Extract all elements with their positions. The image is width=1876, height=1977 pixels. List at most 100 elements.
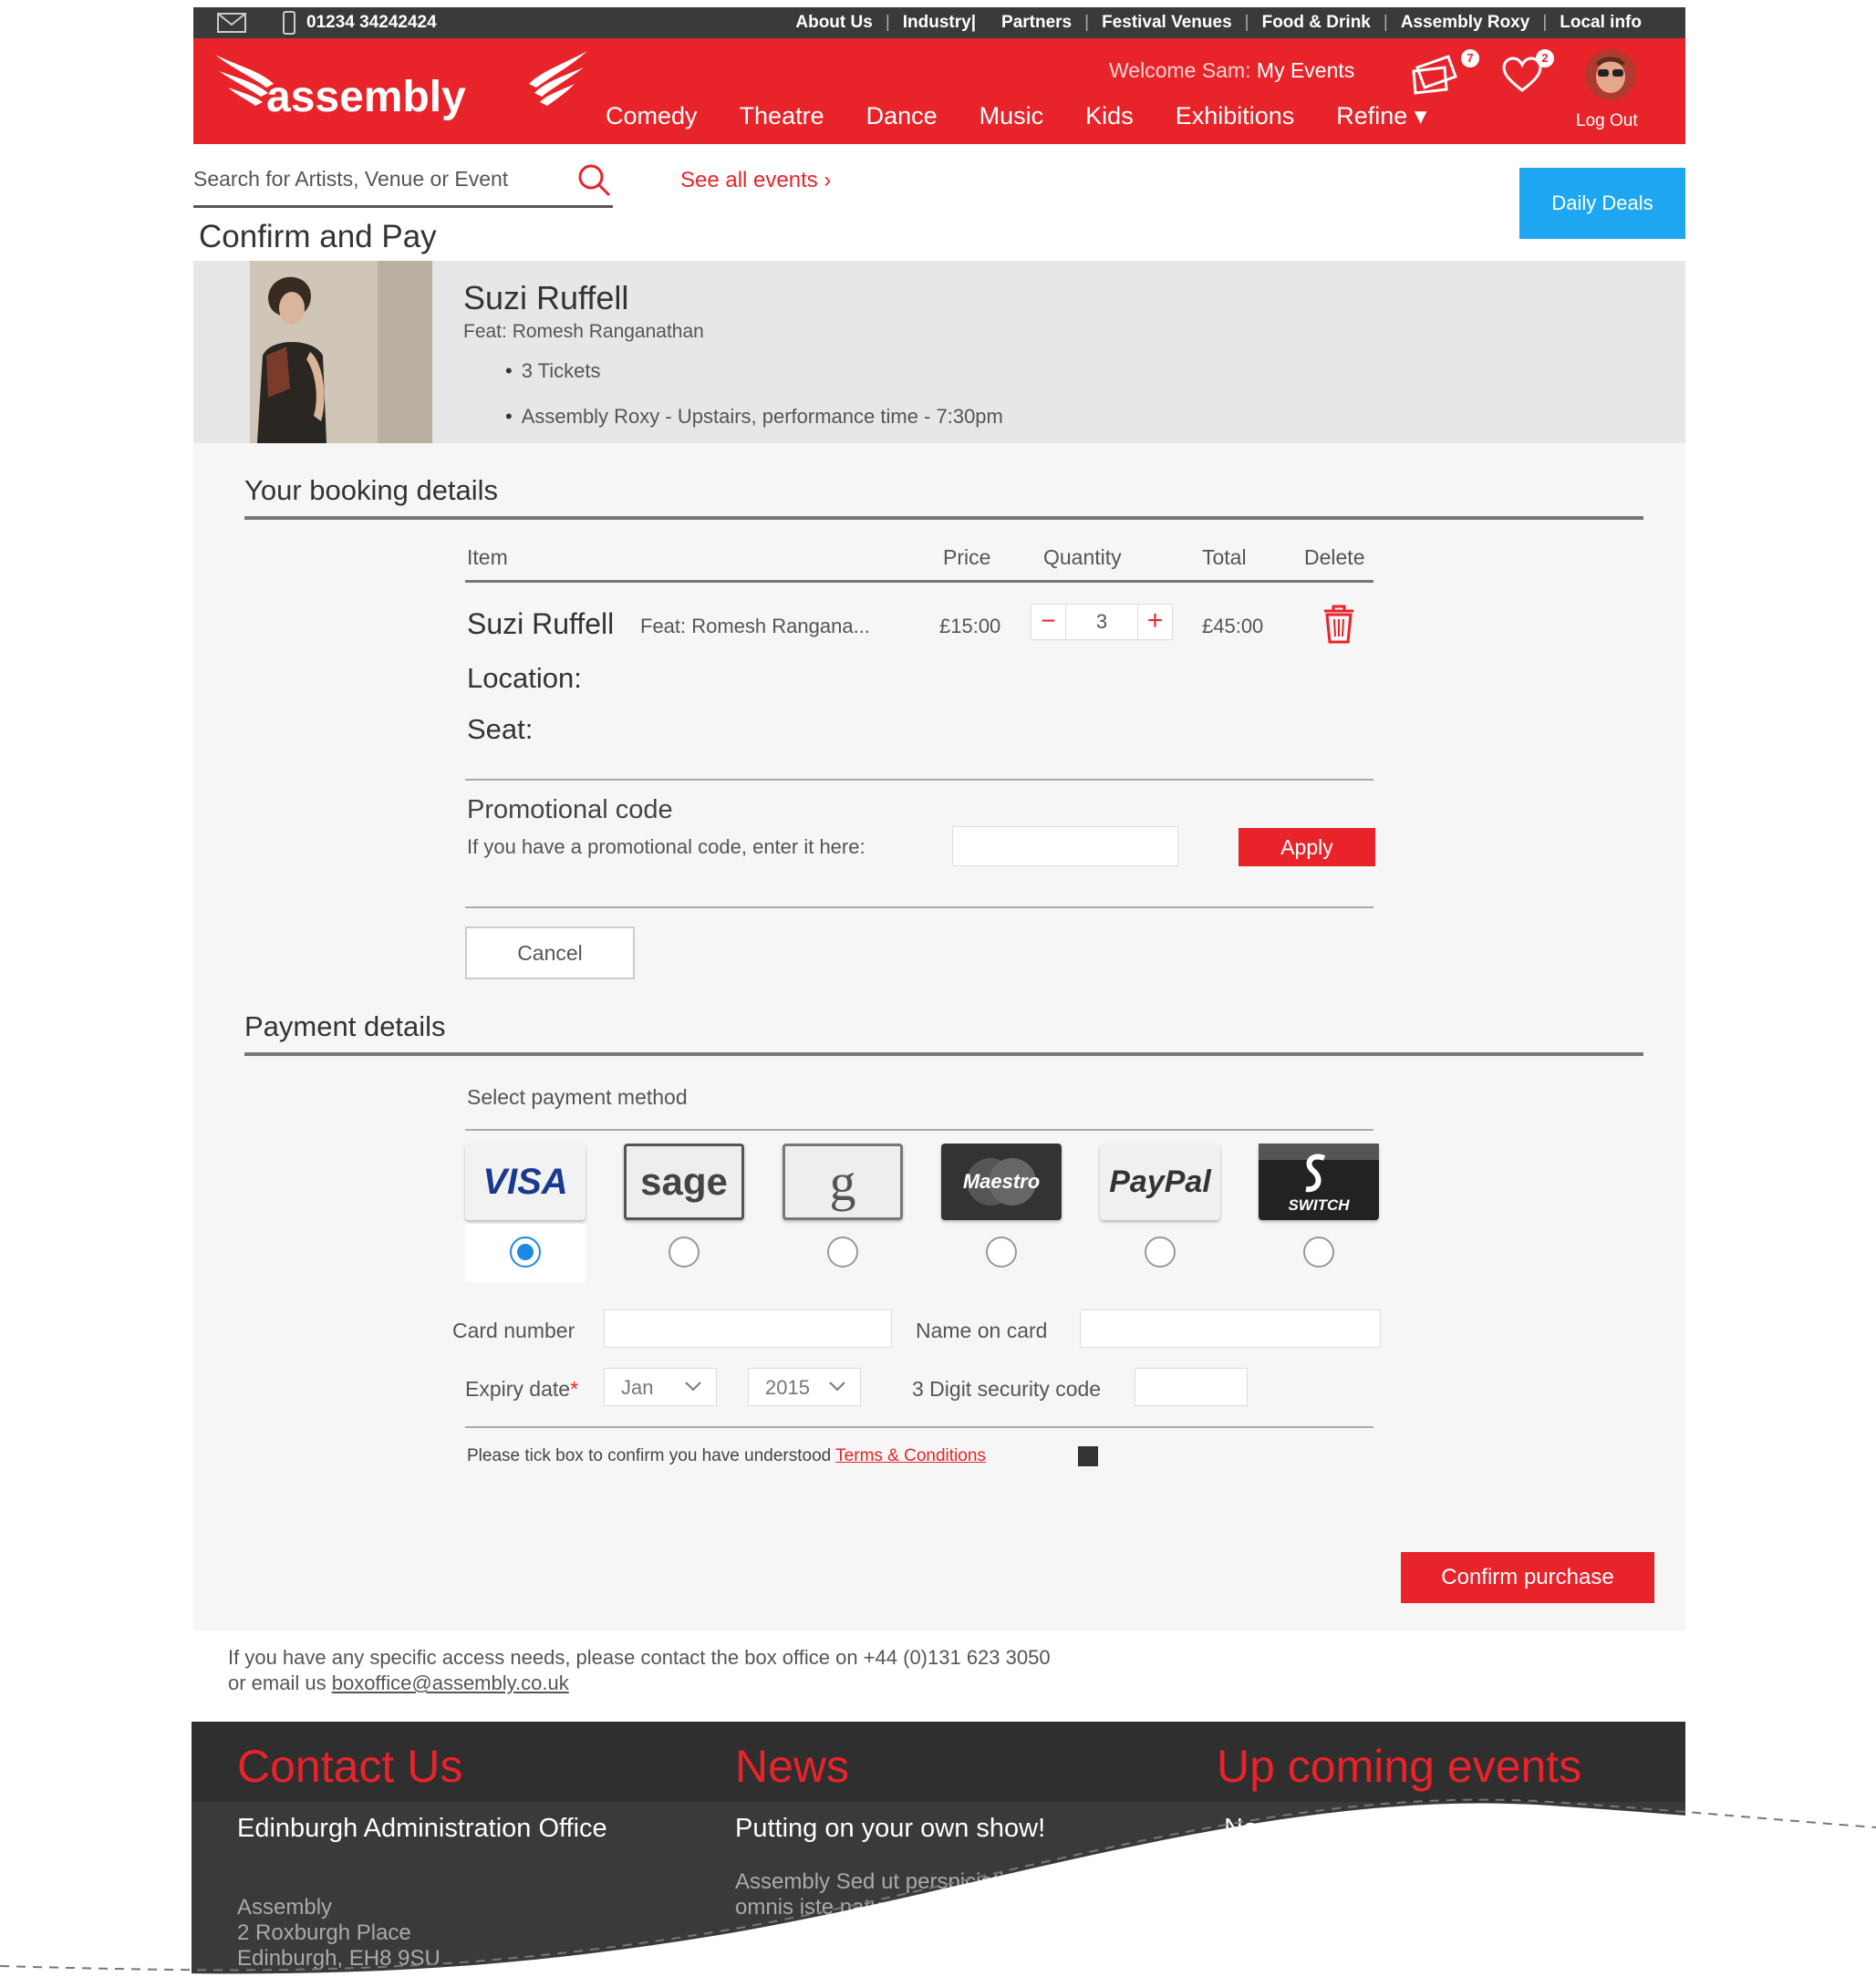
chevron-down-icon bbox=[829, 1382, 845, 1392]
quantity-stepper: − 3 + bbox=[1031, 604, 1173, 640]
expiry-month-value: Jan bbox=[621, 1376, 654, 1399]
sage-card[interactable]: sage bbox=[624, 1144, 744, 1220]
nav-music[interactable]: Music bbox=[979, 102, 1044, 130]
decrease-quantity-button[interactable]: − bbox=[1031, 605, 1066, 639]
apply-button[interactable]: Apply bbox=[1239, 828, 1375, 866]
search-icon[interactable] bbox=[576, 162, 613, 199]
promo-code-input[interactable] bbox=[952, 826, 1178, 866]
tickets-badge: 7 bbox=[1461, 49, 1479, 67]
tickets-icon[interactable] bbox=[1412, 51, 1468, 97]
main-nav: Comedy Theatre Dance Music Kids Exhibiti… bbox=[606, 102, 1468, 130]
nav-kids[interactable]: Kids bbox=[1085, 102, 1134, 130]
select-payment-label: Select payment method bbox=[467, 1085, 688, 1109]
nav-refine[interactable]: Refine ▾ bbox=[1336, 102, 1426, 130]
divider bbox=[465, 1426, 1373, 1428]
top-links: About Us | Industry| Partners | Festival V… bbox=[795, 13, 1642, 33]
performer-photo bbox=[250, 261, 432, 443]
page-title: Confirm and Pay bbox=[199, 219, 437, 254]
payment-details-heading: Payment details bbox=[244, 1010, 1643, 1056]
event-tickets: 3 Tickets bbox=[505, 359, 1003, 383]
chevron-down-icon bbox=[685, 1382, 701, 1392]
avatar[interactable] bbox=[1585, 49, 1636, 100]
name-on-card-input[interactable] bbox=[1080, 1309, 1381, 1348]
item-total: £45:00 bbox=[1202, 615, 1264, 637]
phone-number: 01234 34242424 bbox=[306, 13, 437, 32]
col-price: Price bbox=[943, 545, 991, 569]
torn-edge bbox=[0, 1798, 1876, 1977]
expiry-month-select[interactable]: Jan bbox=[604, 1368, 717, 1406]
separator: | bbox=[1244, 13, 1249, 32]
event-summary: Suzi Ruffell Feat: Romesh Ranganathan 3 … bbox=[193, 261, 1685, 443]
likes-badge: 2 bbox=[1536, 49, 1554, 67]
contact-heading: Contact Us bbox=[237, 1741, 463, 1792]
sage-radio[interactable] bbox=[669, 1237, 700, 1268]
google-logo: g bbox=[829, 1152, 856, 1212]
terms-link[interactable]: Terms & Conditions bbox=[835, 1446, 986, 1465]
event-venue: Assembly Roxy - Upstairs, performance ti… bbox=[505, 405, 1003, 429]
col-item: Item bbox=[467, 545, 508, 569]
expiry-year-select[interactable]: 2015 bbox=[748, 1368, 861, 1406]
my-events-link[interactable]: My Events bbox=[1257, 58, 1354, 82]
cancel-button[interactable]: Cancel bbox=[465, 926, 635, 979]
nav-dance[interactable]: Dance bbox=[866, 102, 938, 130]
email-link[interactable]: boxoffice@assembly.co.uk bbox=[332, 1672, 569, 1694]
quantity-value[interactable]: 3 bbox=[1066, 605, 1137, 639]
promo-title: Promotional code bbox=[467, 795, 673, 824]
switch-card[interactable]: SWITCH bbox=[1259, 1144, 1379, 1220]
top-link-partners[interactable]: Partners bbox=[1001, 13, 1072, 33]
divider bbox=[465, 906, 1373, 908]
svg-text:assembly: assembly bbox=[266, 73, 466, 121]
access-email-line: or email us boxoffice@assembly.co.uk bbox=[228, 1671, 1322, 1696]
paypal-card[interactable]: PayPal bbox=[1100, 1144, 1220, 1220]
visa-logo: VISA bbox=[482, 1161, 568, 1202]
see-all-events-link[interactable]: See all events › bbox=[680, 168, 831, 193]
table-header-divider bbox=[465, 580, 1373, 583]
access-note: If you have any specific access needs, p… bbox=[228, 1645, 1322, 1696]
sage-logo: sage bbox=[640, 1160, 728, 1203]
card-number-input[interactable] bbox=[604, 1309, 892, 1348]
search-input[interactable] bbox=[193, 160, 567, 197]
top-link-festival-venues[interactable]: Festival Venues bbox=[1102, 13, 1232, 33]
logout-link[interactable]: Log Out bbox=[1576, 111, 1638, 131]
separator: | bbox=[1542, 13, 1548, 32]
access-line: If you have any specific access needs, p… bbox=[228, 1646, 1051, 1669]
top-link-assembly-roxy[interactable]: Assembly Roxy bbox=[1401, 13, 1530, 33]
google-radio[interactable] bbox=[827, 1237, 858, 1268]
seat-label: Seat: bbox=[467, 713, 534, 745]
top-link-food-drink[interactable]: Food & Drink bbox=[1262, 13, 1371, 33]
events-heading: Up coming events bbox=[1217, 1741, 1582, 1792]
location-label: Location: bbox=[467, 662, 582, 694]
nav-comedy[interactable]: Comedy bbox=[606, 102, 698, 130]
daily-deals-button[interactable]: Daily Deals bbox=[1519, 168, 1685, 239]
maestro-card[interactable]: Maestro bbox=[941, 1144, 1062, 1220]
google-card[interactable]: g bbox=[783, 1144, 903, 1220]
terms-text: Please tick box to confirm you have unde… bbox=[467, 1446, 986, 1466]
phone-icon bbox=[283, 11, 295, 35]
confirm-purchase-button[interactable]: Confirm purchase bbox=[1401, 1552, 1654, 1603]
mail-icon[interactable] bbox=[217, 13, 246, 33]
trash-icon[interactable] bbox=[1317, 602, 1361, 646]
terms-checkbox[interactable] bbox=[1078, 1446, 1098, 1466]
top-link-local-info[interactable]: Local info bbox=[1560, 13, 1642, 33]
separator: | bbox=[1084, 13, 1090, 32]
top-link-about[interactable]: About Us bbox=[795, 13, 872, 33]
welcome-prefix: Welcome Sam: bbox=[1109, 58, 1251, 82]
paypal-radio[interactable] bbox=[1145, 1237, 1176, 1268]
nav-exhibitions[interactable]: Exhibitions bbox=[1176, 102, 1295, 130]
event-details-list: 3 Tickets Assembly Roxy - Upstairs, perf… bbox=[505, 359, 1003, 450]
visa-radio[interactable] bbox=[510, 1237, 541, 1268]
card-number-label: Card number bbox=[452, 1319, 575, 1342]
assembly-logo[interactable]: assembly bbox=[210, 47, 593, 129]
col-quantity: Quantity bbox=[1043, 545, 1122, 569]
paypal-logo: PayPal bbox=[1109, 1164, 1211, 1199]
switch-radio[interactable] bbox=[1303, 1237, 1334, 1268]
maestro-radio[interactable] bbox=[986, 1237, 1017, 1268]
divider bbox=[465, 1129, 1373, 1131]
top-link-industry[interactable]: Industry| bbox=[903, 13, 976, 33]
security-code-input[interactable] bbox=[1135, 1368, 1248, 1406]
visa-card[interactable]: VISA bbox=[465, 1144, 586, 1220]
nav-theatre[interactable]: Theatre bbox=[740, 102, 824, 130]
site-header: assembly Welcome Sam: My Events Comedy T… bbox=[193, 38, 1685, 144]
col-delete: Delete bbox=[1304, 545, 1365, 569]
increase-quantity-button[interactable]: + bbox=[1137, 605, 1172, 639]
